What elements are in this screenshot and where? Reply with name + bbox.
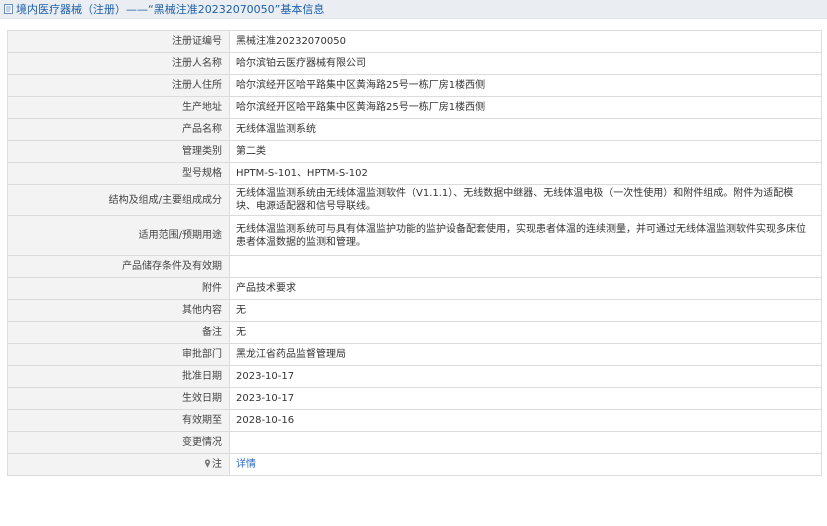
row-label: 有效期至 [7, 409, 230, 432]
row-value [229, 255, 822, 278]
row-label: 注册人住所 [7, 74, 230, 97]
row-label: 其他内容 [7, 299, 230, 322]
row-value: 第二类 [229, 140, 822, 163]
note-label: 注 [212, 459, 222, 470]
table-row: 型号规格 HPTM-S-101、HPTM-S-102 [7, 162, 822, 185]
table-row: 注册人住所 哈尔滨经开区哈平路集中区黄海路25号一栋厂房1楼西侧 [7, 74, 822, 97]
row-value: 产品技术要求 [229, 277, 822, 300]
row-label: 生效日期 [7, 387, 230, 410]
table-row: 变更情况 [7, 431, 822, 454]
table-row: 产品名称 无线体温监测系统 [7, 118, 822, 141]
note-label-cell: 注 [7, 453, 230, 476]
row-label: 型号规格 [7, 162, 230, 185]
row-value: 2023-10-17 [229, 365, 822, 388]
row-value: 无 [229, 321, 822, 344]
row-label: 审批部门 [7, 343, 230, 366]
row-value: 黑龙江省药品监督管理局 [229, 343, 822, 366]
row-label: 附件 [7, 277, 230, 300]
row-value: 无线体温监测系统可与具有体温监护功能的监护设备配套使用，实现患者体温的连续测量，… [229, 215, 822, 256]
row-value: 2023-10-17 [229, 387, 822, 410]
table-row: 生效日期 2023-10-17 [7, 387, 822, 410]
row-value: 黑械注准20232070050 [229, 30, 822, 53]
table-row: 注册人名称 哈尔滨铂云医疗器械有限公司 [7, 52, 822, 75]
note-row: 注 详情 [7, 453, 822, 476]
table-row: 有效期至 2028-10-16 [7, 409, 822, 432]
row-value: 无 [229, 299, 822, 322]
row-value: 无线体温监测系统由无线体温监测软件（V1.1.1）、无线数据中继器、无线体温电极… [229, 184, 822, 216]
table-row: 管理类别 第二类 [7, 140, 822, 163]
device-info-table: 注册证编号 黑械注准20232070050 注册人名称 哈尔滨铂云医疗器械有限公… [7, 30, 822, 476]
row-label: 结构及组成/主要组成成分 [7, 184, 230, 216]
row-label: 注册人名称 [7, 52, 230, 75]
row-label: 备注 [7, 321, 230, 344]
page-header: 境内医疗器械（注册）——“黑械注准20232070050”基本信息 [0, 0, 827, 19]
row-value: HPTM-S-101、HPTM-S-102 [229, 162, 822, 185]
table-row: 其他内容 无 [7, 299, 822, 322]
pin-icon [204, 459, 211, 468]
table-row: 结构及组成/主要组成成分 无线体温监测系统由无线体温监测软件（V1.1.1）、无… [7, 184, 822, 216]
table-row: 产品储存条件及有效期 [7, 255, 822, 278]
row-label: 变更情况 [7, 431, 230, 454]
row-value: 2028-10-16 [229, 409, 822, 432]
table-row: 适用范围/预期用途 无线体温监测系统可与具有体温监护功能的监护设备配套使用，实现… [7, 215, 822, 256]
row-label: 生产地址 [7, 96, 230, 119]
note-value-cell: 详情 [229, 453, 822, 476]
table-row: 附件 产品技术要求 [7, 277, 822, 300]
row-value: 无线体温监测系统 [229, 118, 822, 141]
page-title: 境内医疗器械（注册）——“黑械注准20232070050”基本信息 [16, 3, 325, 16]
table-row: 批准日期 2023-10-17 [7, 365, 822, 388]
table-row: 注册证编号 黑械注准20232070050 [7, 30, 822, 53]
document-icon [4, 4, 13, 14]
row-label: 管理类别 [7, 140, 230, 163]
details-link[interactable]: 详情 [236, 459, 256, 470]
row-value: 哈尔滨经开区哈平路集中区黄海路25号一栋厂房1楼西侧 [229, 74, 822, 97]
row-label: 注册证编号 [7, 30, 230, 53]
table-row: 备注 无 [7, 321, 822, 344]
table-row: 生产地址 哈尔滨经开区哈平路集中区黄海路25号一栋厂房1楼西侧 [7, 96, 822, 119]
row-value [229, 431, 822, 454]
row-value: 哈尔滨铂云医疗器械有限公司 [229, 52, 822, 75]
row-value: 哈尔滨经开区哈平路集中区黄海路25号一栋厂房1楼西侧 [229, 96, 822, 119]
table-row: 审批部门 黑龙江省药品监督管理局 [7, 343, 822, 366]
row-label: 产品名称 [7, 118, 230, 141]
row-label: 适用范围/预期用途 [7, 215, 230, 256]
row-label: 产品储存条件及有效期 [7, 255, 230, 278]
row-label: 批准日期 [7, 365, 230, 388]
